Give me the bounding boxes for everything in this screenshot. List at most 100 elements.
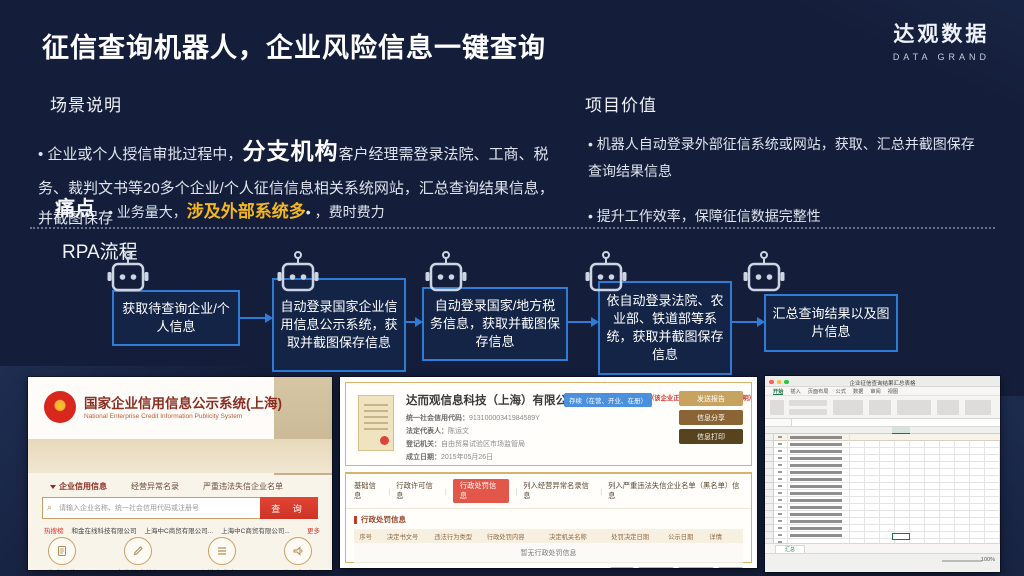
tab-admin-penalty[interactable]: 行政处罚信息 <box>453 479 510 503</box>
robot-icon <box>424 250 468 298</box>
slide-canvas: 征信查询机器人，企业风险信息一键查询 达观数据 DATA GRAND 场景说明 … <box>0 0 1024 576</box>
gov-tab-blacklist[interactable]: 严重违法失信企业名单 <box>203 481 283 492</box>
prev-page-button[interactable]: « 上一页 <box>638 567 674 568</box>
excel-titlebar: 企业征信查询结果汇总表格 <box>765 376 1000 387</box>
field-legal-rep: 法定代表人：陈运文 <box>406 426 540 439</box>
gov-banner <box>28 439 332 473</box>
field-label: 成立日期： <box>406 454 441 461</box>
ribbon-tab-view[interactable]: 视图 <box>888 388 898 395</box>
search-input[interactable] <box>42 497 260 519</box>
flow-arrow-icon <box>732 321 758 323</box>
col-decision-date: 处罚决定日期 <box>603 532 657 541</box>
field-label: 登记机关： <box>406 441 441 448</box>
gov-tab-credit-info[interactable]: 企业信用信息 <box>50 481 107 492</box>
pagination: 首页 « 上一页 下一页 » 末页 <box>610 567 744 568</box>
megaphone-icon <box>284 537 312 565</box>
editing-controls[interactable] <box>965 400 991 415</box>
hot-item[interactable]: 上海中C商贸有限公司... <box>221 525 290 535</box>
robot-icon <box>742 250 786 298</box>
scenario-heading: 场景说明 <box>50 91 122 116</box>
cells-controls[interactable] <box>937 400 959 415</box>
gov-tab-bar: 企业信用信息 经营异常名录 严重违法失信企业名单 <box>50 481 283 492</box>
search-icon: ⌕ <box>47 502 52 513</box>
field-value: 2015年05月26日 <box>441 454 493 461</box>
next-page-button[interactable]: 下一页 » <box>678 567 714 568</box>
quick-link-label: 信息公告 <box>47 568 77 570</box>
ribbon-tab-home[interactable]: 开始 <box>773 388 783 395</box>
flow-arrow-icon <box>568 321 592 323</box>
ribbon-tab-layout[interactable]: 页面布局 <box>808 388 829 395</box>
rpa-step-3: 自动登录国家/地方税务信息，获取并截图保存信息 <box>422 287 568 361</box>
brand-logo-cn: 达观数据 <box>893 18 990 48</box>
font-style-controls[interactable] <box>789 409 827 415</box>
col-detail: 详情 <box>704 532 727 541</box>
field-registry: 登记机关：自由贸易试验区市场监管局 <box>406 439 540 452</box>
field-label: 法定代表人： <box>406 428 448 435</box>
print-info-button[interactable]: 信息打印 <box>679 429 743 444</box>
gov-tab-abnormal-list[interactable]: 经营异常名录 <box>131 481 179 492</box>
ribbon-tab-formulas[interactable]: 公式 <box>836 388 846 395</box>
flow-arrow-icon <box>406 321 416 323</box>
styles-controls[interactable] <box>897 400 931 415</box>
tab-admin-license[interactable]: 行政许可信息 <box>396 481 439 501</box>
value-bullet-2: 提升工作效率，保障征信数据完整性 <box>588 203 988 230</box>
quick-link-filing[interactable]: 企业信息填报 <box>116 537 161 570</box>
hot-item[interactable]: 上海中C商贸有限公司... <box>145 525 214 535</box>
excel-ribbon-tabs: 开始 插入 页面布局 公式 数据 审阅 视图 <box>765 387 1000 396</box>
quick-link-announcements[interactable]: 信息公告 <box>47 537 77 570</box>
quick-link-help[interactable]: 使用帮助 <box>283 537 313 570</box>
business-license-thumbnail <box>358 395 394 451</box>
hot-item[interactable]: 和金在线科技有限公司 <box>72 525 137 535</box>
last-page-button[interactable]: 末页 <box>718 567 743 568</box>
rpa-step-1: 获取待查询企业/个人信息 <box>112 290 240 346</box>
formula-bar[interactable] <box>765 419 1000 427</box>
tab-abnormal-list[interactable]: 列入经营异常名录信息 <box>523 481 594 501</box>
ribbon-tab-review[interactable]: 审阅 <box>870 388 880 395</box>
screenshot-gov-site: ★ 国家企业信用信息公示系统(上海) National Enterprise C… <box>28 377 332 570</box>
caret-down-icon <box>50 485 56 489</box>
ribbon-tab-insert[interactable]: 插入 <box>790 388 800 395</box>
field-value: 91310000341984589Y <box>469 415 540 422</box>
send-report-button[interactable]: 发送报告 <box>679 391 743 406</box>
penalty-table-header: 序号 决定书文号 违法行为类型 行政处罚内容 决定机关名称 处罚决定日期 公示日… <box>354 529 743 543</box>
share-info-button[interactable]: 信息分享 <box>679 410 743 425</box>
brand-logo: 达观数据 DATA GRAND <box>893 18 990 62</box>
spreadsheet-grid[interactable] <box>765 427 1000 543</box>
gov-tab-label: 企业信用信息 <box>59 482 107 491</box>
selected-column-header <box>892 427 910 434</box>
tab-basic-info[interactable]: 基础信息 <box>354 481 382 501</box>
number-format-controls[interactable] <box>869 400 891 415</box>
section-marker <box>354 516 357 524</box>
col-authority: 决定机关名称 <box>533 532 603 541</box>
more-link[interactable]: 更多 <box>307 525 320 535</box>
excel-status-bar: 100% <box>765 553 1000 572</box>
quick-link-label: 企业信息填报 <box>116 568 161 570</box>
quick-link-sme-directory[interactable]: 小微企业名录 <box>199 537 244 570</box>
gov-hot-searches: 热搜榜 和金在线科技有限公司 上海中C商贸有限公司... 上海中C商贸有限公司.… <box>44 525 320 535</box>
tab-separator: | <box>600 487 602 496</box>
ribbon-tab-data[interactable]: 数据 <box>853 388 863 395</box>
rpa-step-4-label: 依自动登录法院、农业部、铁道部等系统，获取并截图保存信息 <box>605 292 725 365</box>
column-headers <box>765 427 1000 434</box>
document-icon <box>48 537 76 565</box>
column-index-values <box>774 434 788 543</box>
zoom-slider[interactable] <box>942 560 982 562</box>
company-detail-card: 基础信息| 行政许可信息| 行政处罚信息| 列入经营异常名录信息| 列入严重违法… <box>345 472 752 563</box>
row-headers <box>765 434 774 543</box>
selected-cell[interactable] <box>892 533 910 540</box>
table-footer: 共 查询到 0 条记录 共 0 页 首页 « 上一页 下一页 » 末页 <box>354 567 743 568</box>
company-action-buttons: 发送报告 信息分享 信息打印 <box>679 391 743 444</box>
pain-point-text: 业务量大，涉及外部系统多，费时费力 <box>108 197 385 222</box>
field-founded: 成立日期：2015年05月26日 <box>406 452 540 465</box>
field-value: 自由贸易试验区市场监管局 <box>441 441 525 448</box>
font-name-box[interactable] <box>789 400 827 406</box>
section-title: 行政处罚信息 <box>361 514 406 525</box>
ribbon-control[interactable] <box>770 400 784 415</box>
first-page-button[interactable]: 首页 <box>610 567 635 568</box>
company-fields: 统一社会信用代码：91310000341984589Y 法定代表人：陈运文 登记… <box>406 413 540 465</box>
search-button[interactable]: 查 询 <box>260 497 318 519</box>
gov-search-bar: 查 询 <box>42 497 318 519</box>
tab-separator: | <box>445 487 447 496</box>
alignment-controls[interactable] <box>833 400 863 415</box>
tab-blacklist[interactable]: 列入严重违法失信企业名单（黑名单）信息 <box>608 481 743 501</box>
